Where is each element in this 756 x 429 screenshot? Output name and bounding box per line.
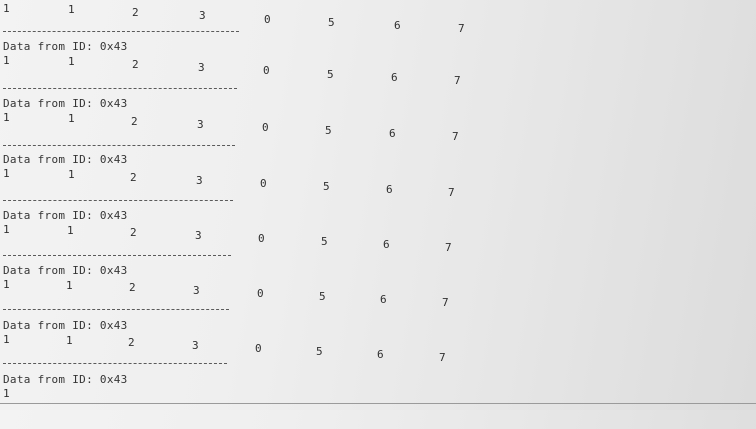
data-block: Data from ID: 0x43 1 1 2 3 0 5 6 7 bbox=[0, 40, 756, 96]
block-header: Data from ID: 0x43 bbox=[3, 373, 128, 386]
data-value: 7 bbox=[445, 241, 452, 254]
data-block: Data from ID: 0x43 1 bbox=[0, 373, 756, 429]
data-value: 6 bbox=[383, 238, 390, 251]
data-value: 1 bbox=[68, 3, 75, 16]
data-value: 5 bbox=[316, 345, 323, 358]
data-value: 3 bbox=[196, 174, 203, 187]
data-value: 6 bbox=[389, 127, 396, 140]
data-value: 1 bbox=[68, 168, 75, 181]
data-value: 0 bbox=[262, 121, 269, 134]
data-value: 7 bbox=[439, 351, 446, 364]
data-value: 0 bbox=[258, 232, 265, 245]
data-value: 3 bbox=[192, 339, 199, 352]
data-value: 2 bbox=[131, 115, 138, 128]
data-value: 0 bbox=[264, 13, 271, 26]
data-value: 0 bbox=[260, 177, 267, 190]
block-header: Data from ID: 0x43 bbox=[3, 319, 128, 332]
data-value: 1 bbox=[3, 387, 10, 400]
block-header: Data from ID: 0x43 bbox=[3, 153, 128, 166]
data-value: 0 bbox=[255, 342, 262, 355]
data-value: 2 bbox=[129, 281, 136, 294]
block-header: Data from ID: 0x43 bbox=[3, 264, 128, 277]
data-value: 3 bbox=[198, 61, 205, 74]
data-value: 6 bbox=[394, 19, 401, 32]
data-row: 1 1 2 3 0 5 6 7 bbox=[0, 333, 756, 373]
data-value: 1 bbox=[68, 112, 75, 125]
data-value: 7 bbox=[454, 74, 461, 87]
data-row: 1 1 2 3 0 5 6 7 bbox=[0, 167, 756, 207]
data-value: 7 bbox=[442, 296, 449, 309]
separator-line bbox=[3, 363, 227, 364]
data-value: 5 bbox=[327, 68, 334, 81]
data-block: Data from ID: 0x43 1 1 2 3 0 5 6 7 bbox=[0, 319, 756, 375]
data-block: Data from ID: 0x43 1 1 2 3 0 5 6 7 bbox=[0, 97, 756, 153]
data-value: 1 bbox=[3, 167, 10, 180]
data-value: 1 bbox=[3, 278, 10, 291]
data-value: 0 bbox=[257, 287, 264, 300]
separator-line bbox=[3, 31, 239, 32]
data-value: 3 bbox=[195, 229, 202, 242]
data-value: 5 bbox=[323, 180, 330, 193]
separator-line bbox=[3, 255, 231, 256]
data-value: 0 bbox=[263, 64, 270, 77]
separator-line bbox=[3, 200, 233, 201]
data-value: 1 bbox=[66, 279, 73, 292]
data-row: 1 1 2 3 0 5 6 7 bbox=[0, 2, 756, 42]
data-value: 1 bbox=[3, 333, 10, 346]
block-header: Data from ID: 0x43 bbox=[3, 97, 128, 110]
data-block: Data from ID: 0x43 1 1 2 3 0 5 6 7 bbox=[0, 264, 756, 320]
data-value: 3 bbox=[193, 284, 200, 297]
block-header: Data from ID: 0x43 bbox=[3, 40, 128, 53]
data-value: 1 bbox=[66, 334, 73, 347]
data-row: 1 1 2 3 0 5 6 7 bbox=[0, 223, 756, 263]
data-value: 7 bbox=[448, 186, 455, 199]
data-value: 6 bbox=[380, 293, 387, 306]
data-value: 1 bbox=[3, 223, 10, 236]
data-value: 1 bbox=[3, 54, 10, 67]
data-value: 6 bbox=[377, 348, 384, 361]
data-value: 6 bbox=[391, 71, 398, 84]
data-value: 3 bbox=[197, 118, 204, 131]
data-value: 5 bbox=[321, 235, 328, 248]
data-block: 1 1 2 3 0 5 6 7 bbox=[0, 0, 756, 44]
data-value: 7 bbox=[452, 130, 459, 143]
data-value: 2 bbox=[132, 58, 139, 71]
data-row: 1 1 2 3 0 5 6 7 bbox=[0, 278, 756, 318]
block-header: Data from ID: 0x43 bbox=[3, 209, 128, 222]
data-value: 5 bbox=[325, 124, 332, 137]
data-row: 1 bbox=[0, 387, 756, 427]
serial-monitor-output: 1 1 2 3 0 5 6 7 Data from ID: 0x43 1 1 2… bbox=[0, 0, 756, 410]
data-value: 5 bbox=[328, 16, 335, 29]
data-value: 2 bbox=[132, 6, 139, 19]
data-value: 2 bbox=[130, 226, 137, 239]
data-value: 3 bbox=[199, 9, 206, 22]
bottom-edge-line bbox=[0, 403, 756, 404]
data-value: 1 bbox=[68, 55, 75, 68]
data-value: 5 bbox=[319, 290, 326, 303]
data-value: 1 bbox=[3, 2, 10, 15]
data-block: Data from ID: 0x43 1 1 2 3 0 5 6 7 bbox=[0, 153, 756, 209]
data-value: 6 bbox=[386, 183, 393, 196]
data-value: 2 bbox=[128, 336, 135, 349]
separator-line bbox=[3, 145, 235, 146]
data-block: Data from ID: 0x43 1 1 2 3 0 5 6 7 bbox=[0, 209, 756, 265]
data-value: 1 bbox=[3, 111, 10, 124]
separator-line bbox=[3, 88, 237, 89]
data-value: 7 bbox=[458, 22, 465, 35]
data-value: 2 bbox=[130, 171, 137, 184]
data-value: 1 bbox=[67, 224, 74, 237]
separator-line bbox=[3, 309, 229, 310]
